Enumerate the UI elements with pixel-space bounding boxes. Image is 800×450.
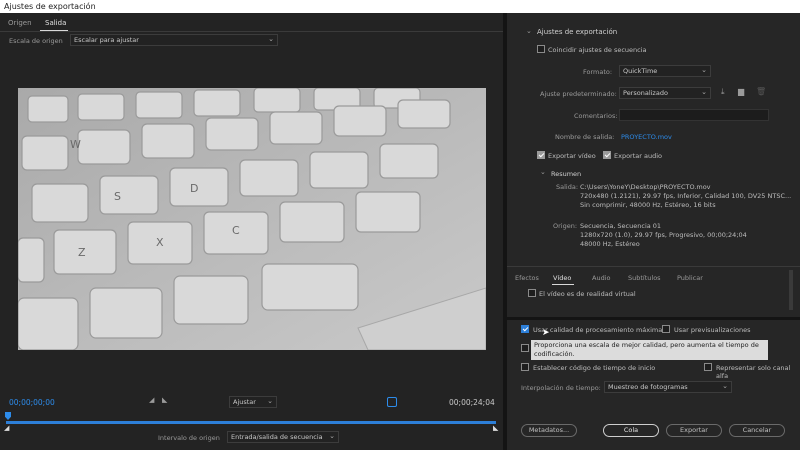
crop-icon[interactable]: [387, 397, 397, 407]
svg-text:D: D: [190, 182, 198, 195]
cancel-button[interactable]: Cancelar: [729, 424, 785, 437]
interpolation-dropdown[interactable]: Muestreo de fotogramas ⌄: [604, 381, 732, 393]
export-video-label: Exportar vídeo: [548, 152, 596, 160]
interpolation-label: Interpolación de tiempo:: [521, 384, 601, 392]
chevron-down-icon: ⌄: [268, 35, 274, 43]
in-point-marker-icon[interactable]: ◢: [4, 424, 9, 432]
chevron-down-icon: ⌄: [722, 382, 728, 390]
preset-value: Personalizado: [623, 89, 668, 97]
tab-origen[interactable]: Origen: [8, 16, 32, 30]
summary-output-label: Salida:: [556, 183, 579, 191]
source-scale-label: Escala de origen: [9, 37, 63, 45]
max-quality-checkbox[interactable]: [521, 325, 529, 333]
alpha-only-checkbox[interactable]: [704, 363, 712, 371]
option-checkbox[interactable]: [521, 344, 529, 352]
queue-button[interactable]: Cola: [603, 424, 659, 437]
interpolation-value: Muestreo de fotogramas: [608, 383, 688, 391]
svg-text:C: C: [232, 224, 240, 237]
panel-divider: [507, 317, 800, 320]
vr-video-checkbox[interactable]: [528, 289, 536, 297]
summary-output: C:\Users\YoneY\Desktop\PROYECTO.mov 720x…: [580, 183, 791, 210]
match-sequence-label: Coincidir ajustes de secuencia: [548, 46, 647, 54]
tooltip: Proporciona una escala de mejor calidad,…: [531, 340, 768, 360]
keyboard-preview-graphic: X C Z S D W: [18, 88, 486, 350]
summary-source-label: Origen:: [553, 222, 578, 230]
mark-out-icon[interactable]: ◣: [162, 396, 167, 404]
export-settings-header: Ajustes de exportación: [537, 28, 618, 36]
format-dropdown[interactable]: QuickTime ⌄: [619, 65, 711, 77]
vr-video-label: El vídeo es de realidad virtual: [539, 290, 636, 298]
timecode-start[interactable]: 00;00;00;00: [9, 398, 55, 407]
summary-output-line: 720x480 (1.2121), 29.97 fps, Inferior, C…: [580, 192, 792, 200]
source-scale-value: Escalar para ajustar: [74, 36, 139, 44]
chevron-down-icon: ⌄: [329, 432, 335, 440]
source-scale-dropdown[interactable]: Escalar para ajustar ⌄: [70, 34, 278, 46]
preset-label: Ajuste predeterminado:: [540, 90, 617, 98]
import-preset-icon[interactable]: ▆: [738, 87, 744, 96]
source-range-dropdown[interactable]: Entrada/salida de secuencia ⌄: [227, 431, 339, 443]
format-label: Formato:: [583, 68, 613, 76]
out-point-marker-icon[interactable]: ◣: [493, 424, 498, 432]
mouse-cursor-icon: ➤: [542, 328, 550, 338]
svg-text:X: X: [156, 236, 164, 249]
output-name-label: Nombre de salida:: [555, 133, 615, 141]
export-audio-label: Exportar audio: [614, 152, 663, 160]
tab-active-underline: [552, 284, 574, 285]
svg-text:W: W: [70, 138, 81, 151]
collapse-arrow-icon[interactable]: ⌄: [526, 27, 532, 35]
summary-source-line: 48000 Hz, Estéreo: [580, 240, 640, 248]
chevron-down-icon: ⌄: [701, 88, 707, 96]
output-name-link[interactable]: PROYECTO.mov: [621, 133, 672, 141]
start-timecode-label: Establecer código de tiempo de inicio: [533, 364, 656, 372]
mark-in-icon[interactable]: ◢: [149, 396, 154, 404]
svg-text:S: S: [114, 190, 121, 203]
delete-preset-icon[interactable]: 🗑: [756, 87, 766, 96]
source-range-label: Intervalo de origen: [158, 434, 220, 442]
metadata-button[interactable]: Metadatos...: [521, 424, 577, 437]
summary-output-line: Sin comprimir, 48000 Hz, Estéreo, 16 bit…: [580, 201, 716, 209]
tab-publicar[interactable]: Publicar: [677, 271, 703, 285]
tab-video[interactable]: Vídeo: [553, 271, 571, 285]
tab-subtitulos[interactable]: Subtítulos: [628, 271, 661, 285]
export-audio-checkbox[interactable]: [603, 151, 611, 159]
timeline-bar[interactable]: [6, 421, 496, 424]
format-value: QuickTime: [623, 67, 658, 75]
panel-separator: [507, 266, 800, 267]
timecode-end: 00;00;24;04: [449, 398, 495, 407]
fit-dropdown[interactable]: Ajustar ⌄: [229, 396, 277, 408]
use-previews-checkbox[interactable]: [662, 325, 670, 333]
comments-input[interactable]: [619, 109, 769, 121]
export-button[interactable]: Exportar: [666, 424, 722, 437]
tab-separator: [0, 31, 503, 32]
tab-audio[interactable]: Audio: [592, 271, 610, 285]
scrollbar[interactable]: [789, 270, 793, 310]
summary-source-line: Secuencia, Secuencia 01: [580, 222, 662, 230]
svg-text:Z: Z: [78, 246, 86, 259]
alpha-only-label: Representar solo canal alfa: [716, 364, 791, 380]
use-previews-label: Usar previsualizaciones: [674, 326, 751, 334]
summary-output-line: C:\Users\YoneY\Desktop\PROYECTO.mov: [580, 183, 711, 191]
collapse-arrow-icon[interactable]: ⌄: [540, 168, 546, 176]
summary-source: Secuencia, Secuencia 01 1280x720 (1.0), …: [580, 222, 747, 249]
max-quality-label: Usar calidad de procesamiento máxima: [533, 326, 663, 334]
preset-dropdown[interactable]: Personalizado ⌄: [619, 87, 711, 99]
window-title: Ajustes de exportación: [0, 0, 800, 13]
save-preset-icon[interactable]: ⤓: [721, 87, 725, 97]
tab-efectos[interactable]: Efectos: [515, 271, 539, 285]
comments-label: Comentarios:: [574, 112, 618, 120]
preview-image: X C Z S D W: [18, 88, 486, 350]
summary-header: Resumen: [551, 170, 582, 178]
match-sequence-checkbox[interactable]: [537, 45, 545, 53]
start-timecode-checkbox[interactable]: [521, 363, 529, 371]
export-video-checkbox[interactable]: [537, 151, 545, 159]
fit-value: Ajustar: [233, 398, 256, 406]
source-range-value: Entrada/salida de secuencia: [231, 433, 323, 441]
summary-source-line: 1280x720 (1.0), 29.97 fps, Progresivo, 0…: [580, 231, 747, 239]
tab-salida[interactable]: Salida: [45, 16, 66, 30]
chevron-down-icon: ⌄: [267, 397, 273, 405]
chevron-down-icon: ⌄: [701, 66, 707, 74]
